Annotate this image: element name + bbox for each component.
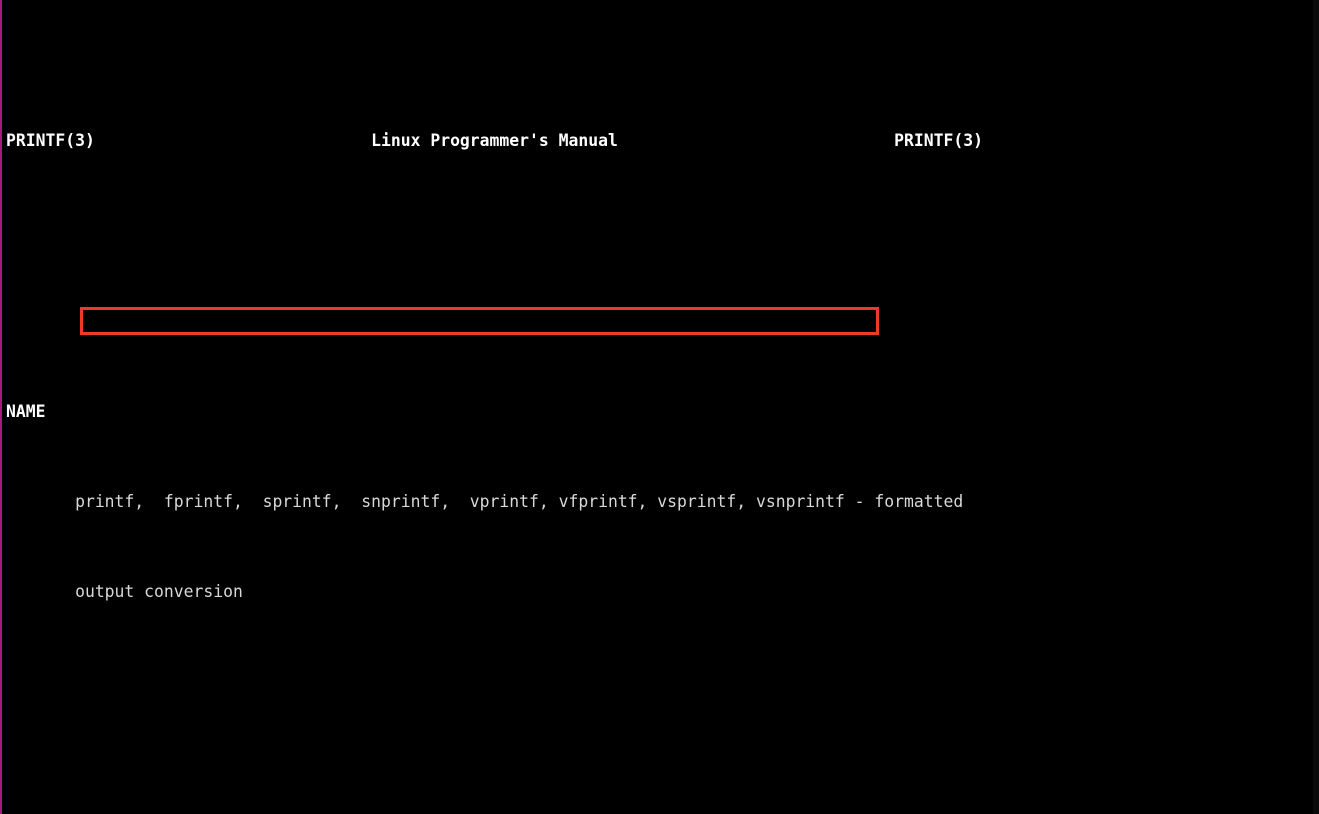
man-page-content: PRINTF(3) Linux Programmer's Manual PRIN… (6, 6, 1314, 814)
man-header-center: Linux Programmer's Manual (371, 131, 618, 151)
terminal-window[interactable]: PRINTF(3) Linux Programmer's Manual PRIN… (0, 0, 1319, 814)
man-header-row: PRINTF(3) Linux Programmer's Manual PRIN… (6, 126, 1314, 156)
indent-7 (6, 582, 75, 601)
man-header-right: PRINTF(3) (894, 131, 983, 151)
indent-7 (6, 492, 75, 511)
blank-row-2 (6, 697, 1314, 727)
blank-row-1 (6, 246, 1314, 276)
man-header-left: PRINTF(3) (6, 131, 95, 151)
section-heading-name: NAME (6, 397, 1314, 427)
section-heading-name-label: NAME (6, 401, 46, 421)
name-line-1: printf, fprintf, sprintf, snprintf, vpri… (6, 487, 1314, 517)
name-synopsis-text-cont: output conversion (75, 581, 243, 601)
name-synopsis-text: printf, fprintf, sprintf, snprintf, vpri… (75, 491, 964, 511)
header-gap-1 (95, 131, 371, 150)
header-gap-2 (618, 131, 894, 150)
name-line-2: output conversion (6, 577, 1314, 607)
